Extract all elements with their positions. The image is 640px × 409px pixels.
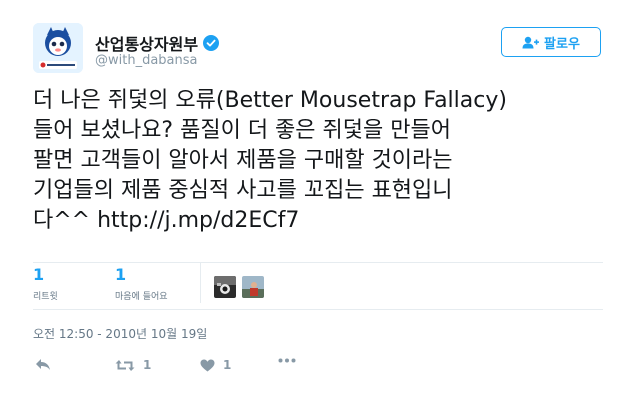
author-display-name[interactable]: 산업통상자원부 [95, 31, 220, 55]
divider-top [33, 262, 603, 263]
follow-button-label: 팔로우 [544, 36, 580, 52]
reply-icon [36, 359, 50, 370]
avatar[interactable] [33, 23, 83, 73]
tweet-text: 더 나은 쥐덫의 오류(Better Mousetrap Fallacy) 들어… [33, 86, 613, 236]
like-stat-count: 1 [115, 265, 127, 284]
retweet-stat-count: 1 [33, 265, 45, 284]
tweet-line: 들어 보셨나요? 품질이 더 좋은 쥐덫을 만들어 [33, 118, 451, 143]
like-stat-label: 마음에 들어요 [115, 292, 168, 302]
tweet-timestamp[interactable]: 오전 12:50 - 2010년 10월 19일 [33, 325, 207, 342]
tweet-link[interactable]: http://j.mp/d2ECf7 [97, 208, 299, 233]
like-count: 1 [223, 358, 232, 372]
liker-avatar[interactable] [214, 276, 236, 298]
add-user-icon [522, 36, 540, 48]
author-name-text: 산업통상자원부 [95, 35, 199, 54]
like-button[interactable]: 1 [200, 358, 231, 372]
retweet-stat-label: 리트윗 [33, 292, 58, 302]
tweet-line: 팔면 고객들이 알아서 제품을 구매할 것이라는 [33, 148, 453, 173]
liker-avatar[interactable] [242, 276, 264, 298]
reply-button[interactable] [35, 358, 51, 371]
retweet-button[interactable]: 1 [115, 358, 151, 372]
retweet-count: 1 [143, 358, 152, 372]
tweet-line: 기업들의 제품 중심적 사고를 꼬집는 표현입니 [33, 178, 453, 203]
divider-middle [33, 309, 603, 310]
ministry-mascot-icon [33, 23, 83, 73]
retweet-icon [115, 359, 135, 371]
follow-button[interactable]: 팔로우 [501, 27, 601, 57]
retweet-stat[interactable]: 1 리트윗 [33, 265, 58, 303]
like-stat[interactable]: 1 마음에 들어요 [115, 265, 168, 303]
liker-avatar-image [214, 276, 236, 298]
heart-icon [200, 359, 215, 371]
author-handle[interactable]: @with_dabansa [95, 53, 198, 68]
stats-separator [200, 263, 201, 303]
tweet-line-last: 다^^ http://j.mp/d2ECf7 [33, 206, 613, 236]
tweet-line-text: 다^^ [33, 208, 98, 233]
more-icon [278, 358, 296, 363]
more-button[interactable] [278, 358, 296, 363]
tweet-line: 더 나은 쥐덫의 오류(Better Mousetrap Fallacy) [33, 88, 507, 113]
verified-badge-icon [203, 35, 220, 51]
liker-avatar-image [242, 276, 264, 298]
